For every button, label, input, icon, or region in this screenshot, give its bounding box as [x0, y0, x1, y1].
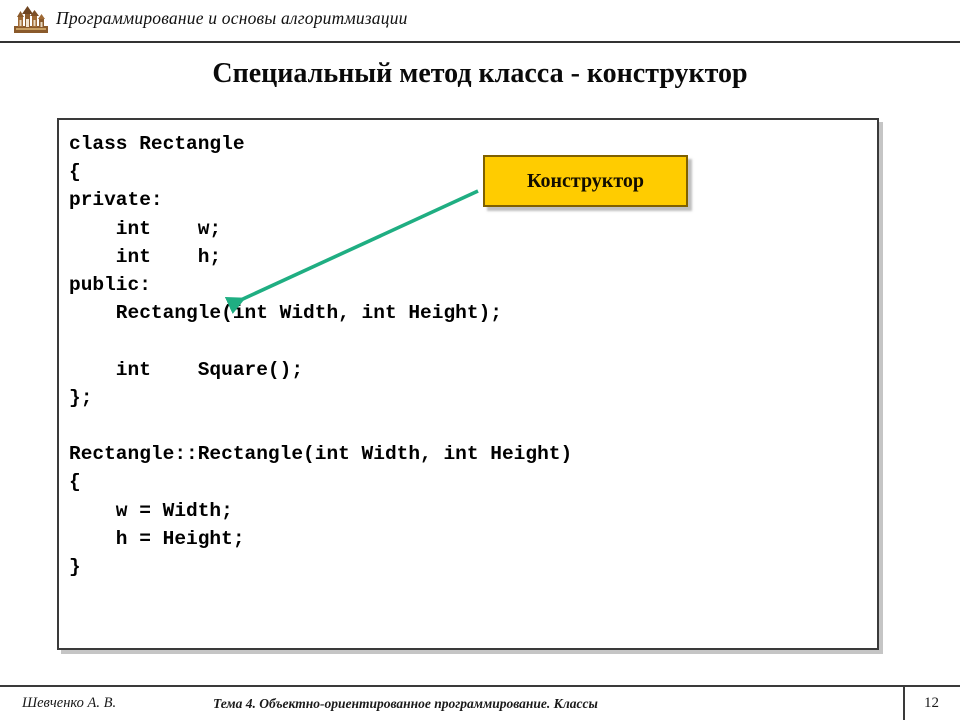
code-panel: class Rectangle { private: int w; int h;…: [57, 118, 879, 650]
footer-author: Шевченко А. В.: [22, 695, 117, 711]
footer-topic: Тема 4. Объектно-ориентированное програм…: [213, 696, 598, 711]
header-divider: [0, 41, 960, 43]
callout-label: Конструктор: [526, 169, 645, 192]
course-title: Программирование и основы алгоритмизации: [56, 8, 408, 28]
slide-header: Программирование и основы алгоритмизации: [0, 0, 960, 42]
callout-constructor[interactable]: Конструктор: [483, 155, 688, 207]
page-title: Специальный метод класса - конструктор: [212, 58, 748, 89]
page-number: 12: [924, 695, 939, 711]
slide-footer: Шевченко А. В. Тема 4. Объектно-ориентир…: [0, 687, 960, 720]
university-emblem-icon: [13, 4, 49, 36]
